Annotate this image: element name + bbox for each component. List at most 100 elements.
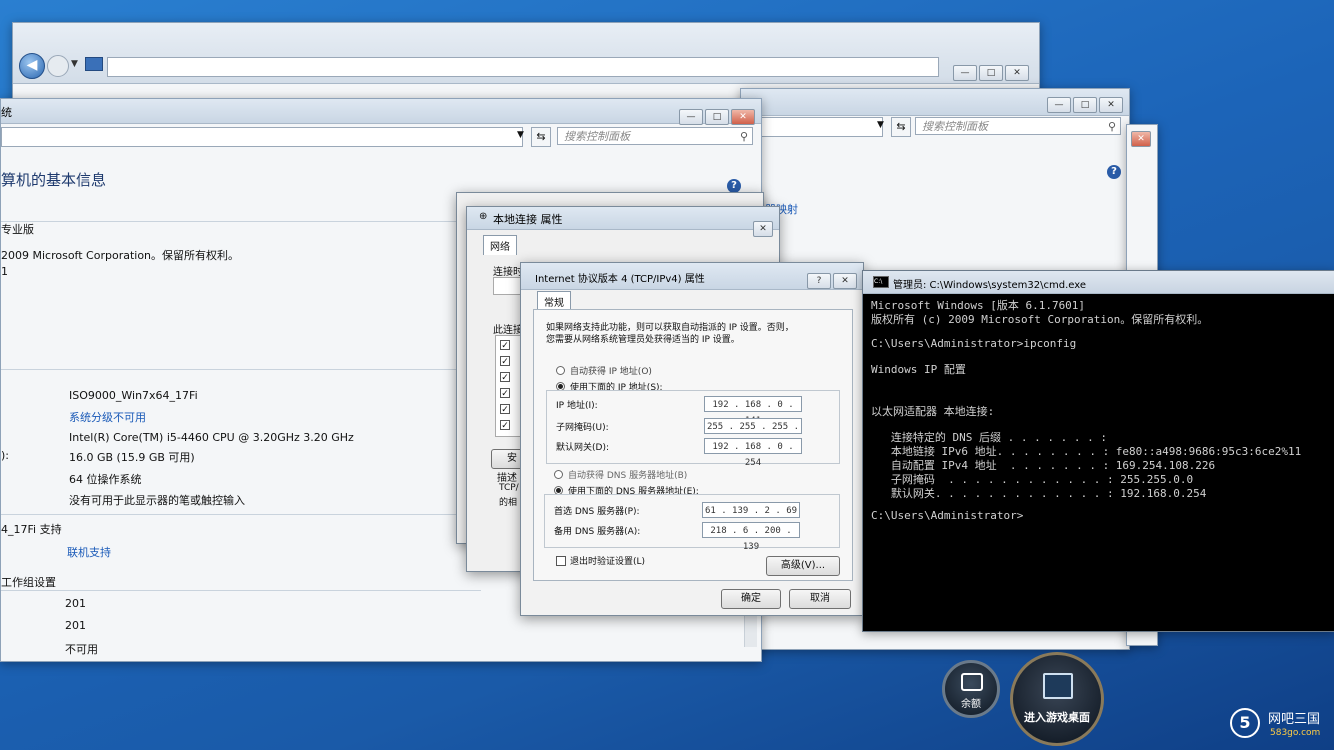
close-button[interactable]: ✕ [1131,131,1151,147]
edition-value: 专业版 [1,223,34,236]
validate-checkbox[interactable] [556,556,566,566]
page-title: 算机的基本信息 [1,171,107,189]
system-info-search-input[interactable]: 搜索控制面板 ⚲ [557,127,753,145]
copyright-text: 2009 Microsoft Corporation。保留所有权利。 [1,249,240,262]
rating-link[interactable]: 系统分级不可用 [69,409,146,425]
advanced-button[interactable]: 高级(V)... [766,556,840,576]
general-panel: 如果网络支持此功能，则可以获取自动指派的 IP 设置。否则， 您需要从网络系统管… [533,309,853,581]
item-checkbox[interactable]: ✓ [500,420,510,431]
console-line: Windows IP 配置 [871,363,966,376]
workgroup-label: 工作组设置 [1,576,56,589]
validate-label: 退出时验证设置(L) [570,557,646,567]
maximize-button[interactable]: □ [705,109,729,125]
local-connection-titlebar: ⊕ 本地连接 属性 [467,207,779,230]
wallet-icon [961,673,983,691]
computer-value-2: 201 [65,619,86,632]
auto-ip-label: 自动获得 IP 地址(O) [570,367,652,377]
ip-address-input[interactable]: 192 . 168 . 0 . 141 [704,396,802,426]
service-pack-value: 1 [1,265,8,278]
balance-button[interactable]: 余额 [942,660,1000,718]
ok-button[interactable]: 确定 [721,589,781,609]
history-dropdown[interactable]: ▼ [71,59,78,69]
maximize-button[interactable]: □ [1073,97,1097,113]
dialog-title: 本地连接 属性 [493,213,563,226]
forward-button[interactable] [47,55,69,77]
computer-name-value: ISO9000_Win7x64_17Fi [69,389,198,402]
help-button[interactable]: ? [807,273,831,289]
cmd-title: 管理员: C:\Windows\system32\cmd.exe [893,280,1087,291]
help-icon[interactable]: ? [1107,165,1121,179]
cmd-titlebar: C:\ 管理员: C:\Windows\system32\cmd.exe [863,271,1334,294]
system-info-titlebar: 统 [1,99,761,124]
minimize-button[interactable]: — [953,65,977,81]
description-text: 的相 [499,498,518,508]
control-panel-address-bar[interactable] [741,117,883,137]
refresh-icon[interactable]: ⇆ [891,117,911,137]
connect-using-label: 连接时 [493,267,523,278]
support-label: 4_17Fi 支持 [1,523,62,536]
item-checkbox[interactable]: ✓ [500,372,510,383]
close-button[interactable]: ✕ [1099,97,1123,113]
console-line: C:\Users\Administrator> [871,509,1024,522]
subnet-mask-label: 子网掩码(U): [556,423,609,433]
cmd-icon: C:\ [873,276,889,288]
item-checkbox[interactable]: ✓ [500,356,510,367]
divider [1,590,481,591]
console-line: 默认网关. . . . . . . . . . . . . : 192.168.… [871,487,1207,500]
alternate-dns-input[interactable]: 218 . 6 . 200 . 139 [702,522,800,552]
auto-ip-radio[interactable] [556,366,565,375]
close-button[interactable]: ✕ [1005,65,1029,81]
back-button[interactable]: ◀ [19,53,45,79]
cmd-console[interactable]: Microsoft Windows [版本 6.1.7601] 版权所有 (c)… [871,295,1331,623]
subnet-mask-input[interactable]: 255 . 255 . 255 . 0 [704,418,802,448]
minimize-button[interactable]: — [679,109,703,125]
brand-number-badge: 5 [1230,708,1260,738]
ipv4-properties-dialog: Internet 协议版本 4 (TCP/IPv4) 属性 ? ✕ 常规 如果网… [520,262,864,616]
auto-dns-radio[interactable] [554,470,563,479]
cancel-button[interactable]: 取消 [789,589,851,609]
tab-general[interactable]: 常规 [537,291,571,311]
ram-value: 16.0 GB (15.9 GB 可用) [69,451,195,464]
ram-label: ): [1,449,9,462]
item-checkbox[interactable]: ✓ [500,388,510,399]
monitor-icon [1043,673,1073,699]
close-button[interactable]: ✕ [753,221,773,237]
system-info-address-bar[interactable] [1,127,523,147]
maximize-button[interactable]: □ [979,65,1003,81]
address-dropdown[interactable]: ▼ [517,130,524,140]
system-type-value: 64 位操作系统 [69,473,142,486]
control-panel-search-input[interactable]: 搜索控制面板 ⚲ [915,117,1121,135]
address-dropdown[interactable]: ▼ [877,120,884,130]
computer-icon [85,57,103,71]
item-checkbox[interactable]: ✓ [500,340,510,351]
network-icon: ⊕ [479,211,488,222]
help-icon[interactable]: ? [727,179,741,193]
description-label: 描述 [497,473,517,484]
system-info-controls: — □ ✕ [679,109,755,125]
computer-value-1: 201 [65,597,86,610]
gateway-label: 默认网关(D): [556,443,609,453]
activation-value: 不可用 [65,643,98,656]
close-button[interactable]: ✕ [731,109,755,125]
processor-value: Intel(R) Core(TM) i5-4460 CPU @ 3.20GHz … [69,431,354,444]
pen-touch-value: 没有可用于此显示器的笔或触控输入 [69,494,245,507]
auto-dns-label: 自动获得 DNS 服务器地址(B) [568,471,688,481]
dialog-title: Internet 协议版本 4 (TCP/IPv4) 属性 [535,274,705,285]
enter-game-desktop-button[interactable]: 进入游戏桌面 [1010,652,1104,746]
console-line: 版权所有 (c) 2009 Microsoft Corporation。保留所有… [871,313,1209,326]
search-icon: ⚲ [739,130,748,143]
close-button[interactable]: ✕ [833,273,857,289]
tab-network[interactable]: 网络 [483,235,517,255]
cmd-window: C:\ 管理员: C:\Windows\system32\cmd.exe Mic… [862,270,1334,632]
item-checkbox[interactable]: ✓ [500,404,510,415]
minimize-button[interactable]: — [1047,97,1071,113]
gateway-input[interactable]: 192 . 168 . 0 . 254 [704,438,802,468]
brand-url: 583go.com [1270,728,1321,738]
window-title: 统 [1,106,12,119]
preferred-dns-input[interactable]: 61 . 139 . 2 . 69 [702,502,800,518]
explorer-back-controls: — □ ✕ [953,65,1029,81]
online-support-link[interactable]: 联机支持 [67,544,111,560]
refresh-icon[interactable]: ⇆ [531,127,551,147]
explorer-address-bar[interactable] [107,57,939,77]
enter-desktop-label: 进入游戏桌面 [1024,711,1090,724]
